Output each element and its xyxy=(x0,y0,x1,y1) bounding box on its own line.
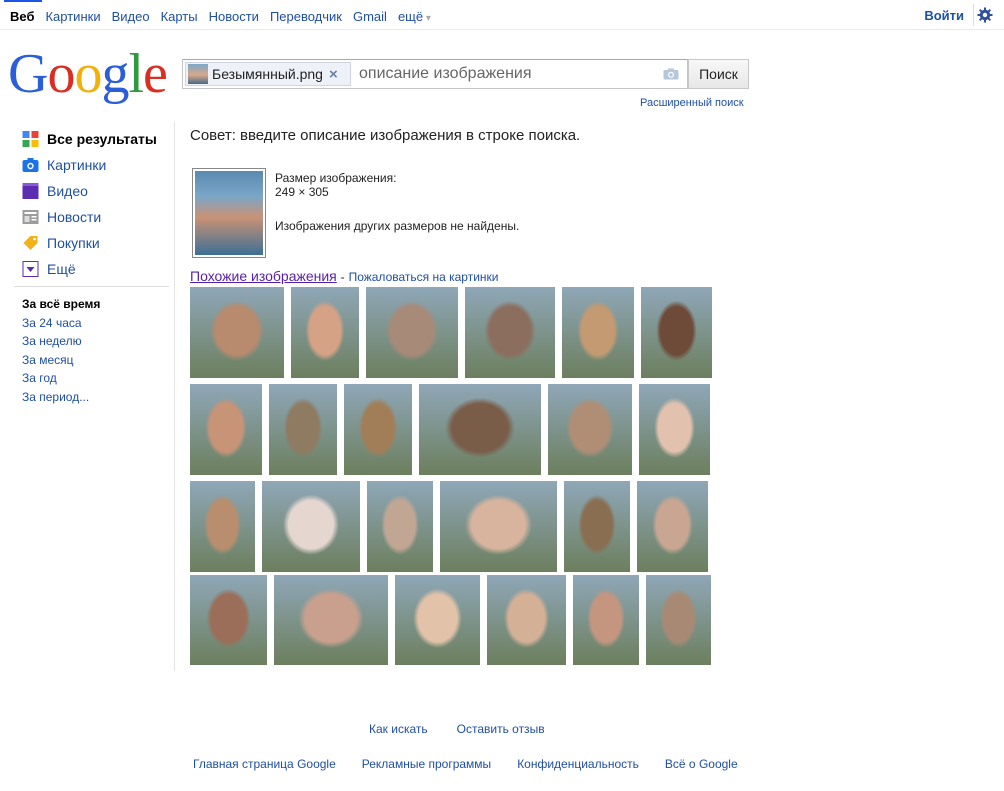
result-image[interactable] xyxy=(190,287,284,378)
similar-images-link[interactable]: Похожие изображения xyxy=(190,268,337,284)
footer-row-2: Главная страница Google Рекламные програ… xyxy=(193,757,738,771)
nav-label: Видео xyxy=(47,183,88,199)
remove-image-icon[interactable]: × xyxy=(329,66,338,83)
footer-about-google[interactable]: Всё о Google xyxy=(665,757,738,771)
result-image[interactable] xyxy=(573,575,639,665)
image-size-value: 249 × 305 xyxy=(275,185,329,199)
active-tab-indicator xyxy=(4,0,42,2)
result-image[interactable] xyxy=(367,481,433,572)
separator: - xyxy=(340,270,345,284)
left-navigation: Все результаты Картинки Видео Новости По… xyxy=(22,126,170,282)
source-image-thumbnail[interactable] xyxy=(192,168,266,258)
top-bar: Веб Картинки Видео Карты Новости Перевод… xyxy=(0,0,1004,30)
result-image[interactable] xyxy=(562,287,634,378)
nav-label: Покупки xyxy=(47,235,100,251)
footer-privacy[interactable]: Конфиденциальность xyxy=(517,757,639,771)
result-image[interactable] xyxy=(465,287,555,378)
result-image[interactable] xyxy=(190,384,262,475)
nav-label: Новости xyxy=(47,209,102,225)
nav-images[interactable]: Картинки xyxy=(22,152,170,178)
nav-label: Все результаты xyxy=(47,131,157,147)
similar-images-header: Похожие изображения - Пожаловаться на ка… xyxy=(190,268,498,284)
more-dropdown-icon xyxy=(22,261,39,277)
news-icon xyxy=(22,210,39,224)
topnav-translate[interactable]: Переводчик xyxy=(270,9,342,24)
image-size-label: Размер изображения: xyxy=(275,171,397,185)
search-input[interactable]: описание изображения xyxy=(359,65,532,83)
time-week[interactable]: За неделю xyxy=(22,332,100,351)
images-camera-icon xyxy=(22,158,39,172)
search-button[interactable]: Поиск xyxy=(688,59,749,89)
result-image[interactable] xyxy=(637,481,708,572)
result-image[interactable] xyxy=(395,575,480,665)
result-image[interactable] xyxy=(440,481,557,572)
result-image[interactable] xyxy=(344,384,412,475)
search-tip: Совет: введите описание изображения в ст… xyxy=(190,127,581,144)
nav-separator xyxy=(14,286,169,287)
nav-all-results[interactable]: Все результаты xyxy=(22,126,170,152)
nav-label: Картинки xyxy=(47,157,107,173)
result-image[interactable] xyxy=(564,481,630,572)
top-divider xyxy=(973,4,974,26)
time-month[interactable]: За месяц xyxy=(22,351,100,370)
report-images-link[interactable]: Пожаловаться на картинки xyxy=(349,270,499,284)
footer-feedback[interactable]: Оставить отзыв xyxy=(457,722,545,736)
all-results-icon xyxy=(22,131,39,147)
result-image[interactable] xyxy=(190,481,255,572)
result-image[interactable] xyxy=(366,287,458,378)
topnav-more[interactable]: ещё xyxy=(398,9,431,24)
time-24h[interactable]: За 24 часа xyxy=(22,314,100,333)
gear-icon[interactable] xyxy=(977,7,993,23)
uploaded-file-name: Безымянный.png xyxy=(212,66,323,82)
time-any[interactable]: За всё время xyxy=(22,295,100,314)
result-image[interactable] xyxy=(639,384,710,475)
shopping-tag-icon xyxy=(23,236,38,250)
result-image[interactable] xyxy=(262,481,360,572)
uploaded-image-thumbnail xyxy=(188,64,208,84)
video-clapper-icon xyxy=(22,183,39,199)
result-image[interactable] xyxy=(419,384,541,475)
sidebar-divider xyxy=(174,122,175,671)
time-year[interactable]: За год xyxy=(22,369,100,388)
result-image[interactable] xyxy=(646,575,711,665)
uploaded-image-chip: Безымянный.png × xyxy=(185,62,351,86)
footer-row-1: Как искать Оставить отзыв xyxy=(369,722,545,736)
footer-advertising[interactable]: Рекламные программы xyxy=(362,757,491,771)
no-other-sizes-text: Изображения других размеров не найдены. xyxy=(275,219,520,233)
advanced-search-link[interactable]: Расширенный поиск xyxy=(640,97,744,109)
results-row xyxy=(190,481,708,572)
result-image[interactable] xyxy=(548,384,632,475)
image-info: Размер изображения: 249 × 305 Изображени… xyxy=(275,171,519,233)
nav-more[interactable]: Ещё xyxy=(22,256,170,282)
result-image[interactable] xyxy=(641,287,712,378)
topnav-images[interactable]: Картинки xyxy=(45,9,100,24)
topnav-video[interactable]: Видео xyxy=(112,9,150,24)
nav-news[interactable]: Новости xyxy=(22,204,170,230)
camera-icon[interactable] xyxy=(663,68,679,80)
nav-video[interactable]: Видео xyxy=(22,178,170,204)
time-custom[interactable]: За период... xyxy=(22,388,100,407)
search-box[interactable]: Безымянный.png × описание изображения xyxy=(182,59,688,89)
results-row xyxy=(190,575,711,665)
footer-google-home[interactable]: Главная страница Google xyxy=(193,757,336,771)
topnav-maps[interactable]: Карты xyxy=(161,9,198,24)
result-image[interactable] xyxy=(291,287,359,378)
topnav-news[interactable]: Новости xyxy=(209,9,259,24)
topnav-gmail[interactable]: Gmail xyxy=(353,9,387,24)
result-image[interactable] xyxy=(487,575,566,665)
results-row xyxy=(190,384,710,475)
footer-how-to-search[interactable]: Как искать xyxy=(369,722,428,736)
result-image[interactable] xyxy=(274,575,388,665)
time-filter: За всё время За 24 часа За неделю За мес… xyxy=(22,295,100,407)
nav-label: Ещё xyxy=(47,261,76,277)
google-logo[interactable]: Google xyxy=(8,44,168,104)
result-image[interactable] xyxy=(190,575,267,665)
top-navigation: Веб Картинки Видео Карты Новости Перевод… xyxy=(10,9,431,24)
results-row xyxy=(190,287,712,378)
nav-shopping[interactable]: Покупки xyxy=(22,230,170,256)
result-image[interactable] xyxy=(269,384,337,475)
topnav-web[interactable]: Веб xyxy=(10,9,34,24)
sign-in-link[interactable]: Войти xyxy=(924,8,964,23)
